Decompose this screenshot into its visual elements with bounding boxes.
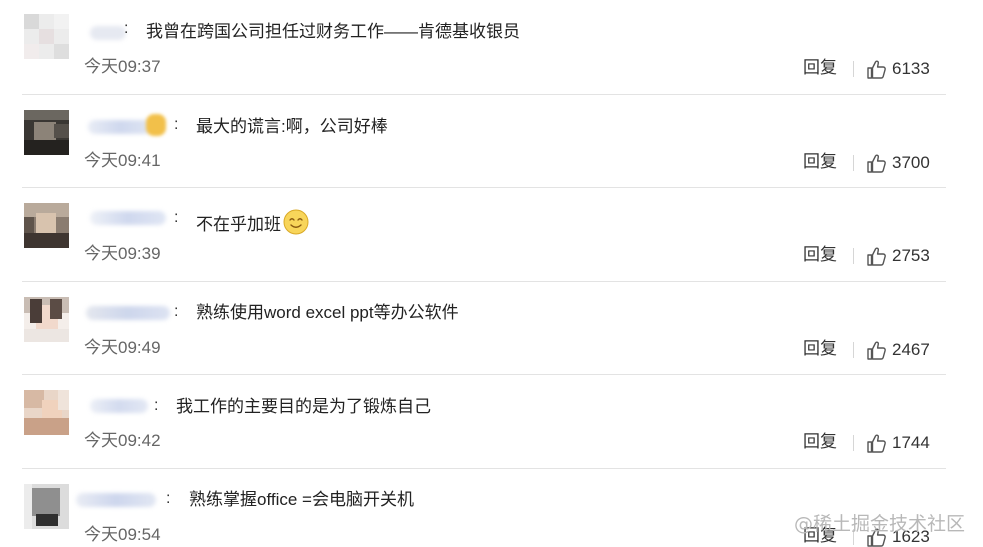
like-count: 6133 [892, 59, 930, 78]
comment-text: 熟练使用word excel ppt等办公软件 [196, 303, 459, 322]
comment-text: 我曾在跨国公司担任过财务工作——肯德基收银员 [146, 22, 520, 41]
username-blurred[interactable] [90, 211, 166, 225]
comment-time: 今天09:49 [84, 338, 161, 357]
username-blurred[interactable] [90, 399, 148, 413]
action-separator [853, 342, 854, 358]
comment-text: 我工作的主要目的是为了锻炼自己 [176, 397, 431, 416]
comment-list-page: : 我曾在跨国公司担任过财务工作——肯德基收银员 今天09:37 回复 6133… [0, 0, 983, 547]
comment-text: 不在乎加班 [196, 209, 309, 241]
comment-time: 今天09:42 [84, 431, 161, 450]
username-colon: : [154, 397, 159, 414]
like-button[interactable]: 2467 [866, 339, 930, 361]
comment-text: 熟练掌握office =会电脑开关机 [189, 490, 414, 509]
comment-divider [22, 281, 946, 282]
watermark-text: @稀土掘金技术社区 [793, 513, 965, 535]
avatar[interactable] [24, 484, 69, 529]
smiley-emoji-icon [283, 209, 309, 241]
like-count: 1744 [892, 433, 930, 452]
username-colon: : [174, 209, 179, 226]
like-button[interactable]: 1744 [866, 432, 930, 454]
like-count: 2467 [892, 340, 930, 359]
avatar[interactable] [24, 14, 69, 59]
comment-divider [22, 187, 946, 188]
username-colon: : [166, 490, 171, 507]
username-colon: : [124, 20, 129, 37]
action-separator [853, 435, 854, 451]
thumbs-up-icon [866, 59, 887, 80]
avatar[interactable] [24, 203, 69, 248]
username-colon: : [174, 303, 179, 320]
action-separator [853, 155, 854, 171]
avatar[interactable] [24, 110, 69, 155]
avatar[interactable] [24, 390, 69, 435]
comment-time: 今天09:37 [84, 57, 161, 76]
comment-divider [22, 468, 946, 469]
comment-text-content: 不在乎加班 [196, 215, 281, 234]
avatar[interactable] [24, 297, 69, 342]
comment-text: 最大的谎言:啊，公司好棒 [196, 117, 388, 136]
username-colon: : [174, 116, 179, 133]
reply-button[interactable]: 回复 [803, 338, 837, 360]
comment-time: 今天09:54 [84, 525, 161, 544]
comment-divider [22, 94, 946, 95]
like-button[interactable]: 2753 [866, 245, 930, 267]
thumbs-up-icon [866, 433, 887, 454]
reply-button[interactable]: 回复 [803, 151, 837, 173]
username-blurred[interactable] [90, 26, 126, 40]
reply-button[interactable]: 回复 [803, 244, 837, 266]
thumbs-up-icon [866, 153, 887, 174]
thumbs-up-icon [866, 340, 887, 361]
thumbs-up-icon [866, 246, 887, 267]
like-count: 3700 [892, 153, 930, 172]
action-separator [853, 61, 854, 77]
username-blurred[interactable] [76, 493, 156, 507]
user-badge-blurred [146, 114, 166, 136]
reply-button[interactable]: 回复 [803, 431, 837, 453]
reply-button[interactable]: 回复 [803, 57, 837, 79]
comment-time: 今天09:41 [84, 151, 161, 170]
username-blurred[interactable] [88, 120, 152, 134]
like-button[interactable]: 3700 [866, 152, 930, 174]
like-count: 2753 [892, 246, 930, 265]
like-button[interactable]: 6133 [866, 58, 930, 80]
action-separator [853, 248, 854, 264]
comment-time: 今天09:39 [84, 244, 161, 263]
comment-divider [22, 374, 946, 375]
username-blurred[interactable] [86, 306, 170, 320]
